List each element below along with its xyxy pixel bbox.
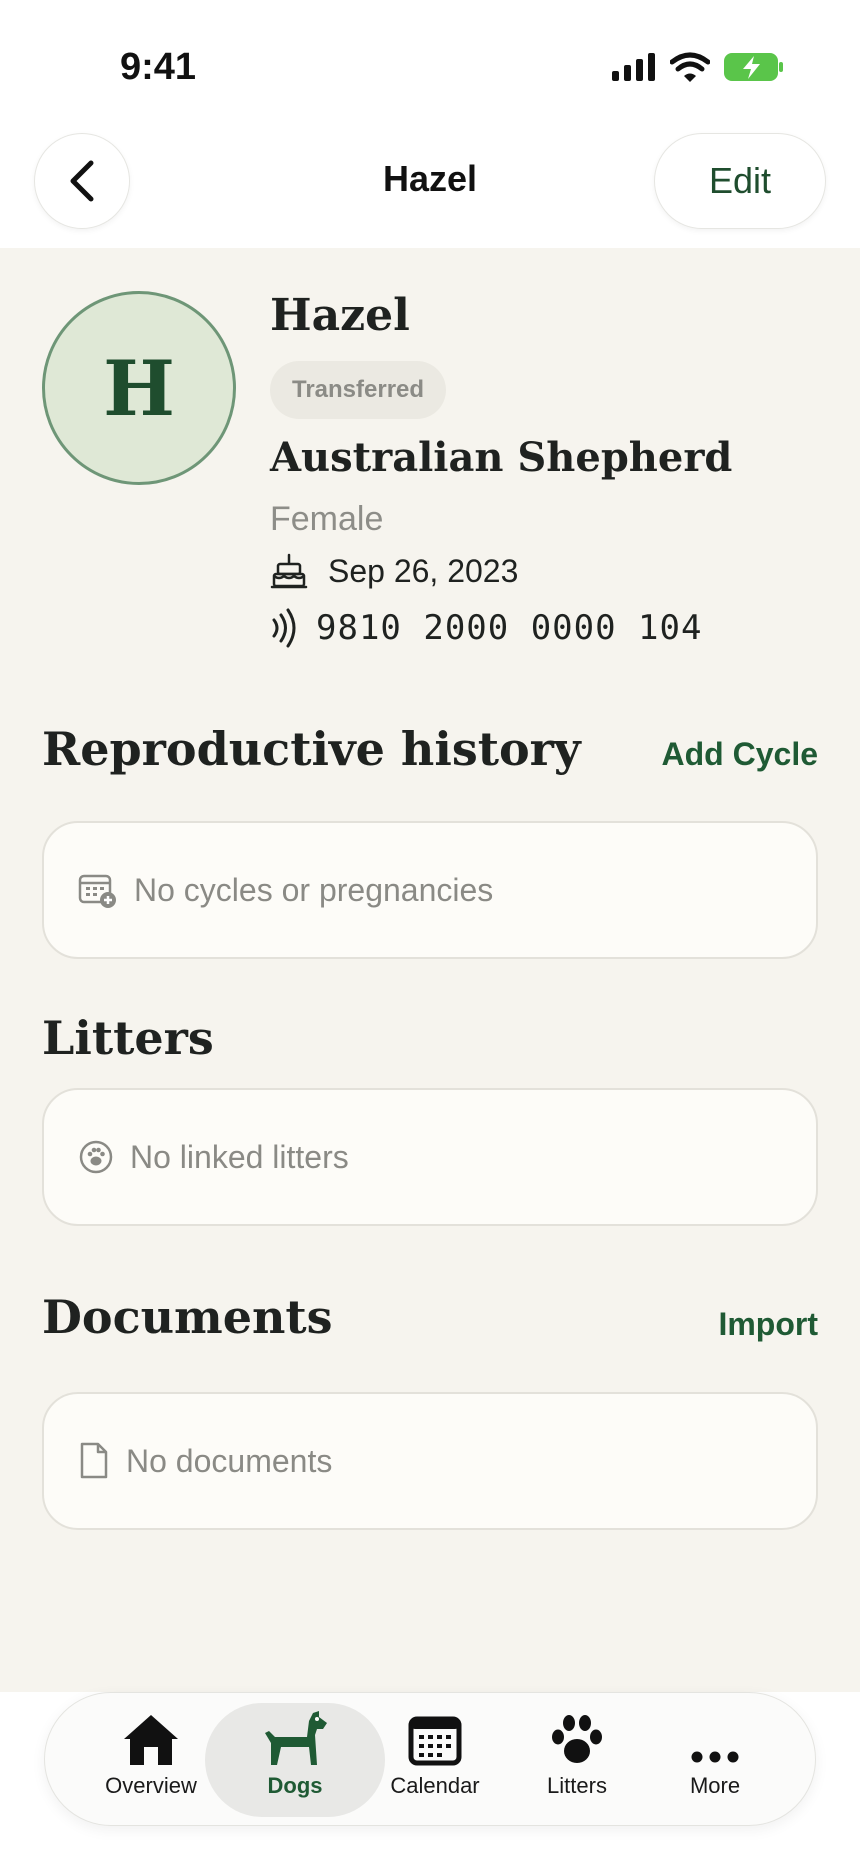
documents-empty-text: No documents xyxy=(126,1442,333,1479)
add-cycle-button[interactable]: Add Cycle xyxy=(662,736,818,773)
tab-more[interactable]: More xyxy=(645,1703,785,1817)
documents-title: Documents xyxy=(42,1290,333,1344)
tab-litters-label: Litters xyxy=(547,1773,607,1798)
documents-empty-card: No documents xyxy=(42,1392,818,1530)
tab-overview[interactable]: Overview xyxy=(81,1703,221,1817)
birthdate-row: Sep 26, 2023 xyxy=(270,552,518,590)
birthdate: Sep 26, 2023 xyxy=(328,552,519,589)
tab-overview-label: Overview xyxy=(105,1773,197,1798)
dog-icon xyxy=(265,1711,327,1765)
status-time: 9:41 xyxy=(120,46,197,88)
header: 9:41 Hazel Edit xyxy=(0,0,860,248)
house-icon xyxy=(124,1715,178,1765)
litters-title: Litters xyxy=(42,1011,214,1065)
reproductive-empty-text: No cycles or pregnancies xyxy=(134,871,494,908)
status-badge: Transferred xyxy=(270,361,447,419)
tab-calendar-label: Calendar xyxy=(390,1773,480,1798)
tab-dogs[interactable]: Dogs xyxy=(205,1703,385,1817)
reproductive-empty-card: No cycles or pregnancies xyxy=(42,821,818,959)
calendar-icon xyxy=(408,1716,462,1766)
calendar-add-icon xyxy=(78,874,116,908)
paw-icon xyxy=(552,1715,602,1763)
sex: Female xyxy=(270,500,384,538)
wifi-icon xyxy=(670,52,710,82)
tab-litters[interactable]: Litters xyxy=(507,1703,647,1817)
edit-button[interactable]: Edit xyxy=(654,133,826,229)
status-icons xyxy=(612,52,784,82)
battery-charging-icon xyxy=(724,53,783,81)
microchip-number: 9810 2000 0000 104 xyxy=(316,608,703,648)
document-icon xyxy=(80,1442,108,1479)
microchip-row: 9810 2000 0000 104 xyxy=(270,608,702,648)
cellular-signal-icon xyxy=(612,53,655,81)
litters-empty-text: No linked litters xyxy=(130,1138,349,1175)
import-button[interactable]: Import xyxy=(718,1306,818,1343)
breed: Australian Shepherd xyxy=(270,434,733,481)
tab-more-label: More xyxy=(689,1773,741,1798)
tab-bar: Overview Dogs Calendar Litters More xyxy=(44,1692,816,1826)
reproductive-history-title: Reproductive history xyxy=(42,722,581,776)
dog-name: Hazel xyxy=(270,290,410,341)
birthday-cake-icon xyxy=(270,553,308,589)
avatar: H xyxy=(42,291,236,485)
tab-dogs-label: Dogs xyxy=(267,1773,323,1798)
tab-calendar[interactable]: Calendar xyxy=(365,1703,505,1817)
microchip-signal-icon xyxy=(272,608,296,648)
ellipsis-icon xyxy=(691,1751,739,1763)
litters-empty-card: No linked litters xyxy=(42,1088,818,1226)
paw-circle-icon xyxy=(79,1140,113,1174)
